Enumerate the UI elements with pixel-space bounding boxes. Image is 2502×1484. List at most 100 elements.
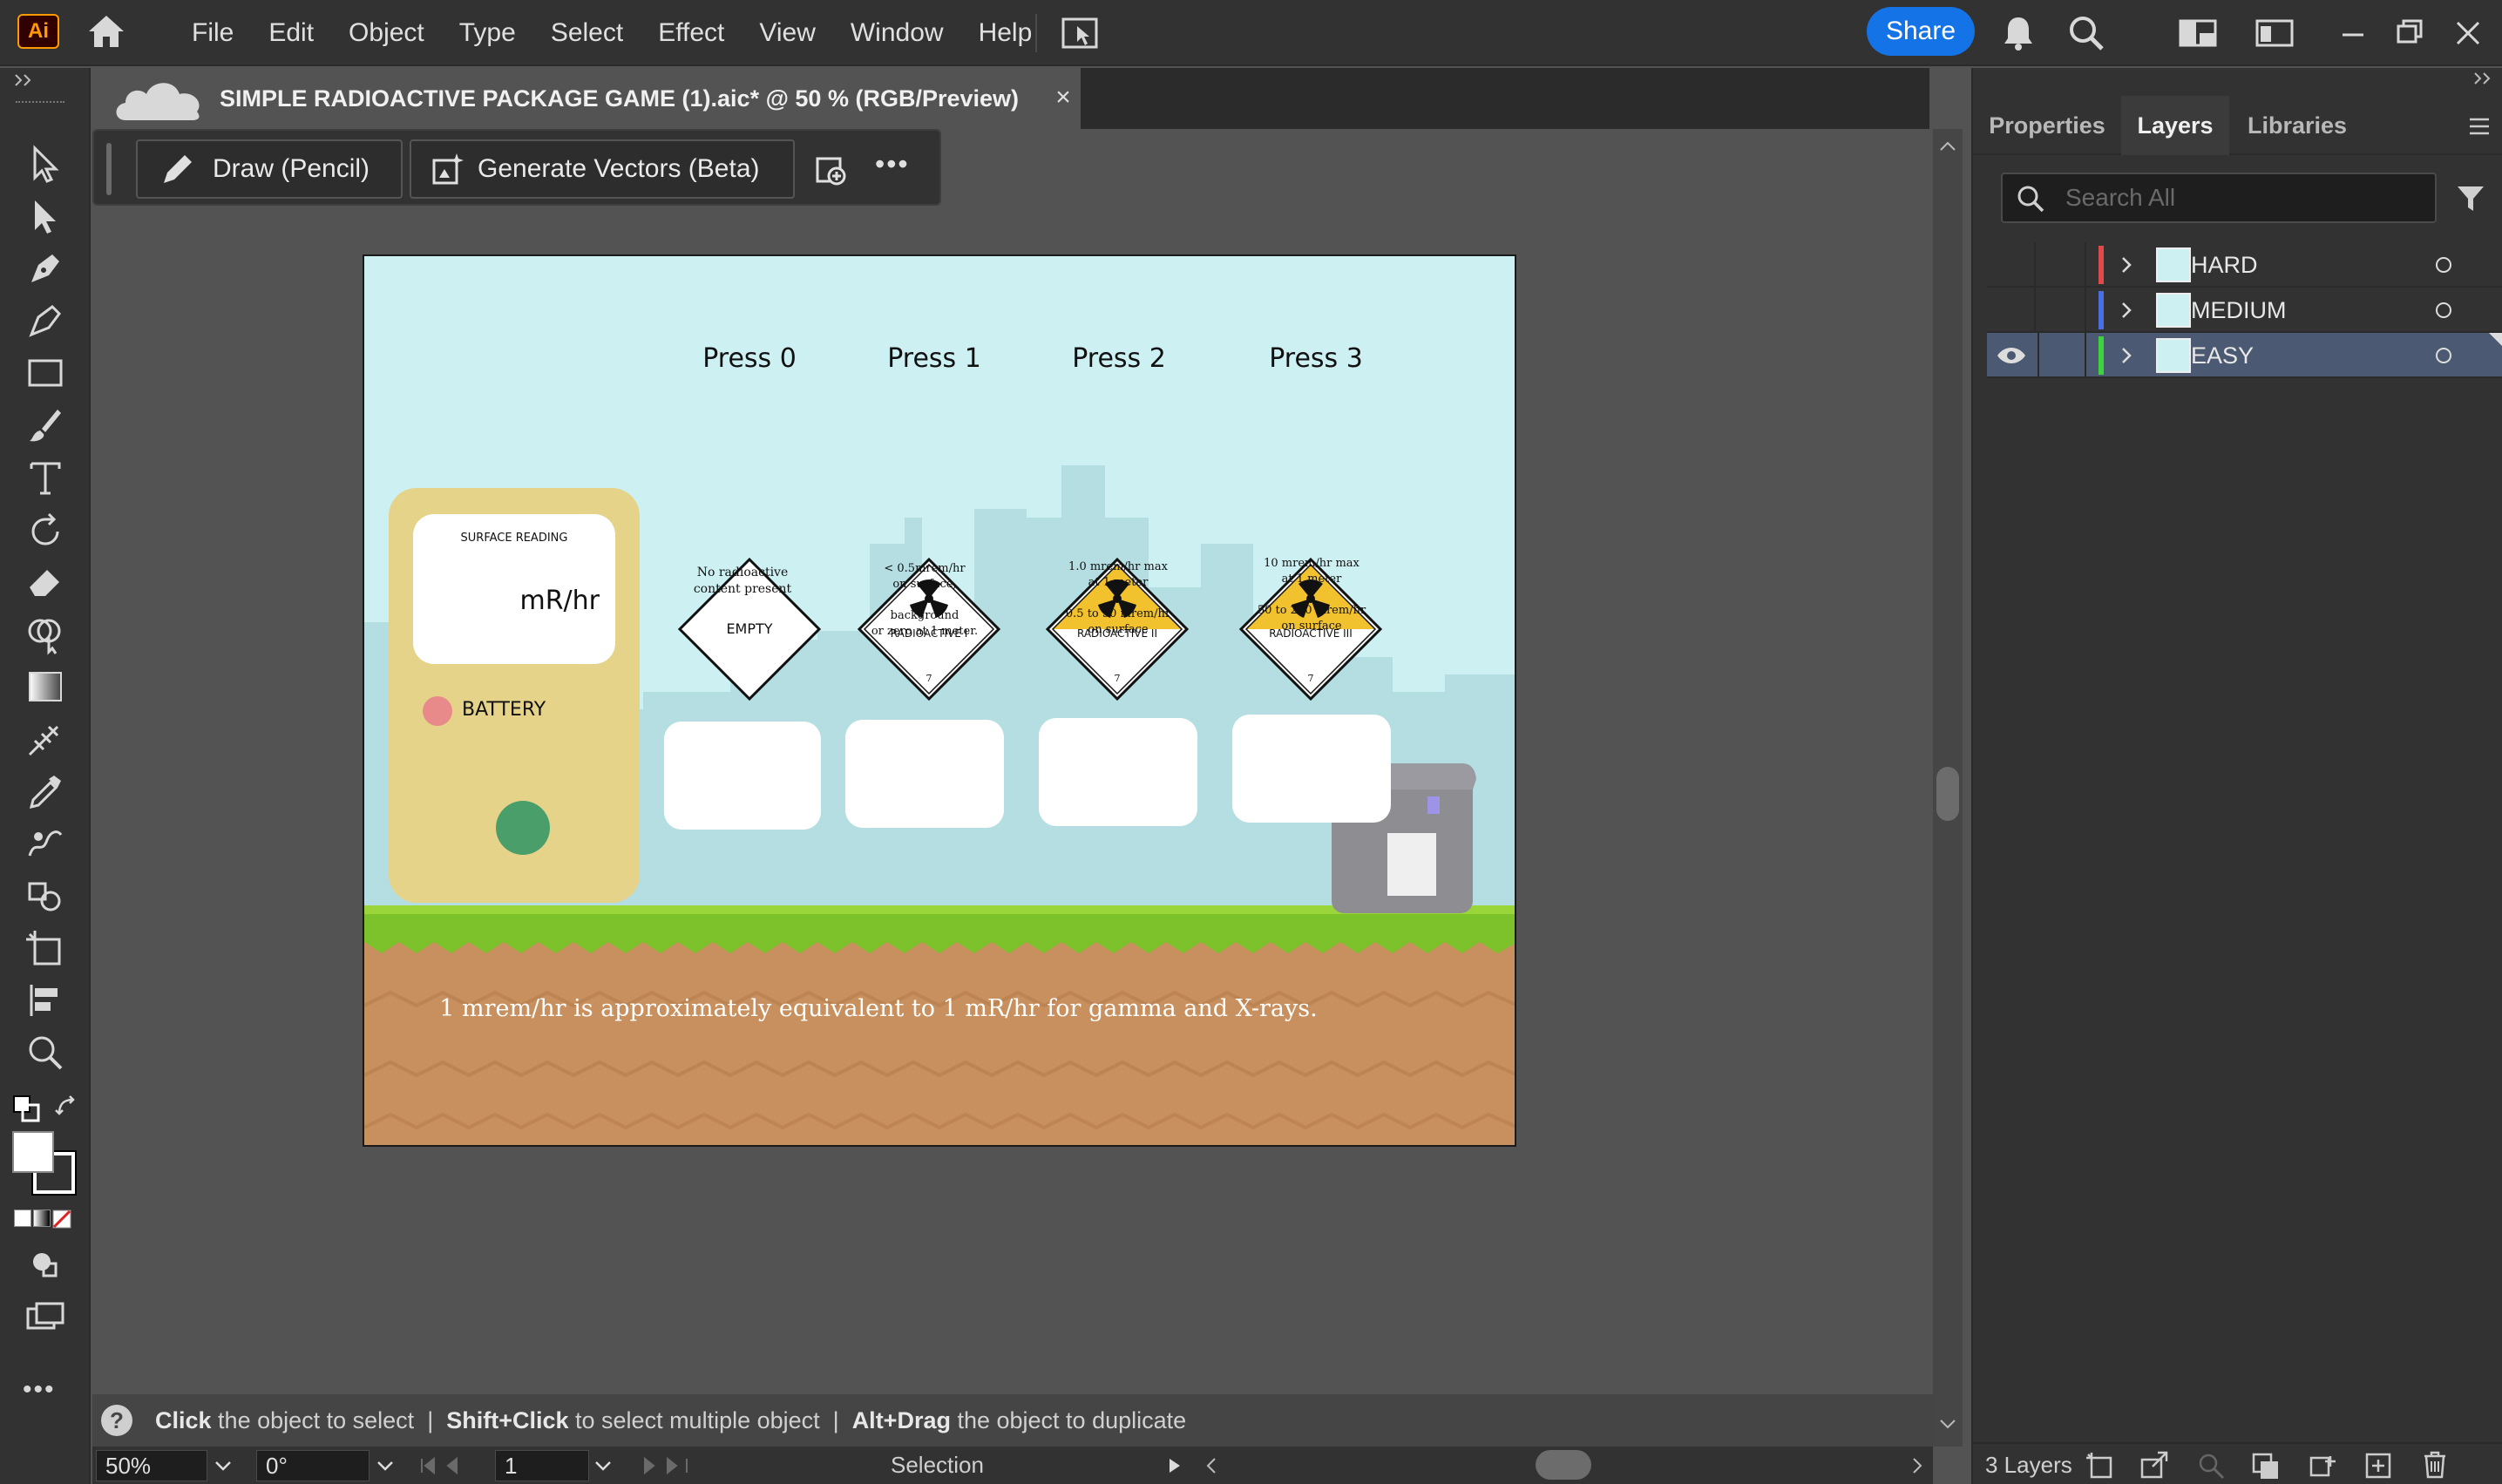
vertical-scroll-thumb[interactable] <box>1936 767 1959 821</box>
shape-builder-tool-icon[interactable] <box>23 612 68 657</box>
vertical-scrollbar[interactable] <box>1933 129 1963 1447</box>
zoom-dropdown-icon[interactable] <box>213 1455 234 1476</box>
type-tool-icon[interactable] <box>23 455 68 500</box>
visibility-toggle[interactable] <box>1987 242 2036 288</box>
generate-vectors-button[interactable]: Generate Vectors (Beta) <box>410 139 795 199</box>
draw-mode-icon[interactable] <box>23 1241 68 1286</box>
menu-edit[interactable]: Edit <box>251 0 331 66</box>
first-prev-artboard-icon[interactable] <box>418 1455 471 1476</box>
tab-layers[interactable]: Layers <box>2121 96 2229 155</box>
eyedropper-tool-icon[interactable] <box>23 769 68 814</box>
slice-align-tool-icon[interactable] <box>23 978 68 1023</box>
layers-search-input[interactable]: Search All <box>2001 173 2437 223</box>
create-sublayer-icon[interactable] <box>2308 1451 2339 1481</box>
scroll-down-icon[interactable] <box>1938 1417 1957 1431</box>
gradient-tool-icon[interactable] <box>23 664 68 709</box>
arrange-documents-icon[interactable] <box>1058 14 1102 52</box>
expand-layer-icon[interactable] <box>2116 300 2137 321</box>
collapse-right-panel-icon[interactable] <box>2471 70 2498 87</box>
add-image-icon[interactable] <box>814 152 851 188</box>
layer-name[interactable]: EASY <box>2191 333 2254 378</box>
eye-icon[interactable] <box>1996 343 2027 368</box>
target-circle-icon[interactable] <box>2433 345 2454 366</box>
restore-icon[interactable] <box>2390 12 2431 54</box>
menu-file[interactable]: File <box>174 0 251 66</box>
create-new-layer-icon[interactable] <box>2363 1451 2395 1481</box>
task-bar-handle[interactable] <box>106 143 112 195</box>
window-layout-icon[interactable] <box>2254 12 2295 54</box>
layer-name[interactable]: HARD <box>2191 242 2258 288</box>
edit-toolbar-icon[interactable]: ••• <box>23 1375 56 1405</box>
visibility-toggle[interactable] <box>1987 288 2036 333</box>
artboard-number-field[interactable]: 1 <box>495 1450 589 1481</box>
menu-view[interactable]: View <box>742 0 832 66</box>
menu-window[interactable]: Window <box>833 0 961 66</box>
document-tab[interactable]: SIMPLE RADIOACTIVE PACKAGE GAME (1).aic*… <box>92 68 1081 129</box>
minimize-icon[interactable] <box>2332 12 2374 54</box>
help-icon[interactable]: ? <box>101 1405 132 1436</box>
layer-row-easy[interactable]: EASY <box>1987 333 2502 378</box>
swap-fill-stroke-icon[interactable] <box>52 1093 80 1121</box>
meter-button[interactable] <box>496 801 550 855</box>
artboard-dropdown-icon[interactable] <box>593 1455 614 1476</box>
delete-layer-icon[interactable] <box>2419 1449 2451 1481</box>
default-fill-stroke-icon[interactable] <box>10 1093 42 1124</box>
fill-swatch[interactable] <box>12 1131 54 1173</box>
tab-properties[interactable]: Properties <box>1973 96 2121 155</box>
layer-name[interactable]: MEDIUM <box>2191 288 2287 333</box>
selection-tool-icon[interactable] <box>23 141 68 186</box>
mesh-tool-icon[interactable] <box>23 716 68 762</box>
paintbrush-tool-icon[interactable] <box>23 403 68 448</box>
scroll-up-icon[interactable] <box>1938 139 1957 153</box>
artboard-tool-icon[interactable] <box>23 925 68 971</box>
close-window-icon[interactable] <box>2447 12 2489 54</box>
layer-row-medium[interactable]: MEDIUM <box>1987 288 2502 333</box>
lock-toggle[interactable] <box>2038 242 2086 288</box>
menu-effect[interactable]: Effect <box>641 0 742 66</box>
curvature-tool-icon[interactable] <box>23 298 68 343</box>
collect-for-export-icon[interactable] <box>2085 1451 2116 1481</box>
none-mode-icon[interactable] <box>52 1210 71 1229</box>
scroll-right-icon[interactable] <box>1909 1455 1928 1476</box>
rotate-tool-icon[interactable] <box>23 507 68 552</box>
home-icon[interactable] <box>82 12 131 51</box>
screen-mode-icon[interactable] <box>23 1295 68 1340</box>
filter-icon[interactable] <box>2454 181 2487 214</box>
menu-type[interactable]: Type <box>442 0 533 66</box>
eraser-tool-icon[interactable] <box>23 559 68 605</box>
blend-tool-icon[interactable] <box>23 821 68 866</box>
locate-object-icon[interactable] <box>2196 1451 2227 1481</box>
pen-tool-icon[interactable] <box>23 246 68 291</box>
workspace-switcher-icon[interactable] <box>2177 12 2219 54</box>
close-document-button[interactable]: × <box>1048 82 1079 113</box>
panel-menu-icon[interactable] <box>2466 115 2492 138</box>
horizontal-scroll-thumb[interactable] <box>1536 1450 1591 1480</box>
scroll-left-icon[interactable] <box>1201 1455 1220 1476</box>
more-options-button[interactable]: ••• <box>875 148 910 180</box>
symbol-sprayer-tool-icon[interactable] <box>23 873 68 918</box>
expand-layer-icon[interactable] <box>2116 254 2137 275</box>
next-last-artboard-icon[interactable] <box>638 1455 690 1476</box>
search-icon[interactable] <box>2065 12 2107 54</box>
lock-toggle[interactable] <box>2038 333 2086 378</box>
draw-pencil-button[interactable]: Draw (Pencil) <box>136 139 403 199</box>
direct-selection-tool-icon[interactable] <box>23 193 68 239</box>
canvas-area[interactable]: Draw (Pencil) Generate Vectors (Beta) ••… <box>92 129 1933 1394</box>
gradient-mode-icon[interactable] <box>33 1210 51 1227</box>
rectangle-tool-icon[interactable] <box>23 350 68 396</box>
rotation-dropdown-icon[interactable] <box>375 1455 396 1476</box>
color-mode-icon[interactable] <box>14 1210 31 1227</box>
artboard[interactable]: Press 0 Press 1 Press 2 Press 3 EMPTY RA… <box>363 254 1516 1147</box>
menu-select[interactable]: Select <box>533 0 641 66</box>
status-menu-icon[interactable] <box>1164 1455 1183 1476</box>
rotation-field[interactable]: 0° <box>256 1450 370 1481</box>
export-icon[interactable] <box>2139 1451 2170 1481</box>
target-circle-icon[interactable] <box>2433 300 2454 321</box>
expand-layer-icon[interactable] <box>2116 345 2137 366</box>
tab-libraries[interactable]: Libraries <box>2229 96 2365 155</box>
lock-toggle[interactable] <box>2038 288 2086 333</box>
share-button[interactable]: Share <box>1867 7 1975 56</box>
target-circle-icon[interactable] <box>2433 254 2454 275</box>
zoom-field[interactable]: 50% <box>96 1450 207 1481</box>
layer-row-hard[interactable]: HARD <box>1987 242 2502 288</box>
